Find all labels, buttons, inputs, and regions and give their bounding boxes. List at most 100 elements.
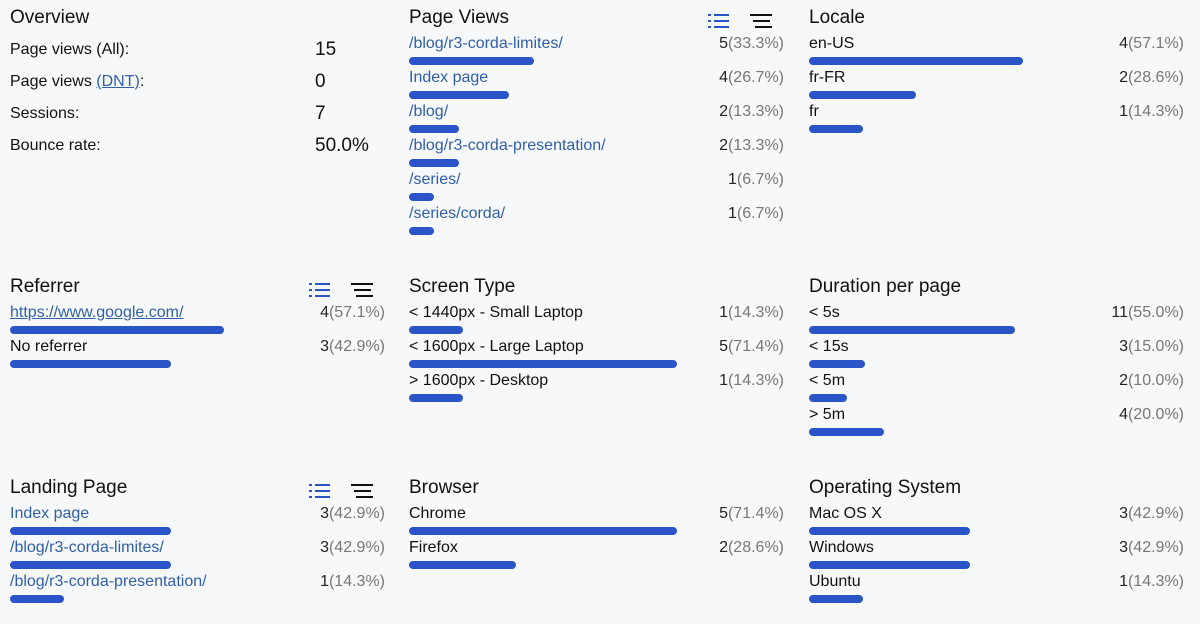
stat-row-bar — [10, 360, 171, 368]
stat-row-percent: (14.3%) — [1127, 573, 1184, 590]
stat-row-link[interactable]: /blog/r3-corda-presentation/ — [409, 136, 606, 156]
stat-row-link[interactable]: /blog/r3-corda-limites/ — [409, 34, 563, 54]
overview-label-prefix: Page views — [10, 73, 97, 90]
stat-row-link[interactable]: Index page — [10, 504, 89, 524]
stat-row-label: > 1600px - Desktop — [409, 372, 549, 389]
stat-row-bar — [809, 326, 1015, 334]
stat-rows: Mac OS X 3(42.9%) Windows 3(42.9%) Ubuntu 1(1… — [809, 502, 1189, 604]
stat-row-value: 1(6.7%) — [728, 204, 784, 224]
dnt-link[interactable]: (DNT) — [96, 73, 140, 90]
view-toggle-group — [707, 12, 777, 30]
view-toggle-group — [308, 281, 378, 299]
stat-row-bar — [409, 394, 463, 402]
stat-row-link[interactable]: https://www.google.com/ — [10, 303, 183, 323]
stat-row-count: 1 — [727, 205, 737, 222]
stat-rows: < 1440px - Small Laptop 1(14.3%) < 1600px … — [409, 301, 789, 403]
stat-row-label: fr-FR — [809, 69, 846, 86]
locale-title: Locale — [809, 7, 865, 28]
stat-row-bar — [809, 561, 970, 569]
stat-row-label: < 1600px - Large Laptop — [409, 338, 584, 355]
stat-row: Index page 3(42.9%) — [10, 502, 390, 536]
stat-row-bar — [809, 394, 847, 402]
stat-row-bar — [10, 527, 171, 535]
stat-row-count: 4 — [719, 69, 728, 86]
stat-row-label: Windows — [809, 539, 874, 556]
stat-row-label: Ubuntu — [809, 573, 861, 590]
stat-row: < 1600px - Large Laptop 5(71.4%) — [409, 335, 789, 369]
stat-row-percent: (33.3%) — [727, 35, 784, 52]
stat-row-percent: (42.9%) — [328, 338, 385, 355]
stat-row-label: < 1440px - Small Laptop — [409, 304, 583, 321]
stat-row-value: 4(57.1%) — [1119, 34, 1184, 54]
stat-row-value: 3(42.9%) — [320, 337, 385, 357]
overview-value: 15 — [315, 39, 337, 60]
stat-row-value: 1(14.3%) — [1119, 572, 1184, 592]
overview-row: Page views (DNT): 0 — [10, 68, 390, 100]
stat-rows: en-US 4(57.1%) fr-FR 2(28.6%) fr 1(14.3%) — [809, 32, 1189, 134]
stat-row-link[interactable]: /series/corda/ — [409, 204, 505, 224]
stat-row-count: 5 — [719, 35, 728, 52]
stat-row: Chrome 5(71.4%) — [409, 502, 789, 536]
bar-view-icon[interactable] — [350, 482, 374, 500]
stat-row-link[interactable]: /blog/r3-corda-limites/ — [10, 538, 164, 558]
stat-row-link[interactable]: /series/ — [409, 170, 461, 190]
bar-view-icon[interactable] — [350, 281, 374, 299]
stat-row-count: 4 — [320, 304, 329, 321]
stat-row-count: 1 — [727, 171, 737, 188]
stat-row-count: 2 — [1119, 69, 1128, 86]
stat-row-value: 4(20.0%) — [1119, 405, 1184, 425]
stat-row-value: 3(42.9%) — [1119, 538, 1184, 558]
stat-row-bar — [409, 326, 463, 334]
stat-rows: /blog/r3-corda-limites/5(33.3%) Index pag… — [409, 32, 789, 236]
stat-row-value: 5(71.4%) — [719, 337, 784, 357]
overview-value: 50.0% — [315, 135, 369, 156]
stat-row-count: 2 — [719, 103, 728, 120]
stat-row-value: 2(28.6%) — [719, 538, 784, 558]
stat-row-label: Mac OS X — [809, 505, 882, 522]
stat-row-value: 5(33.3%) — [719, 34, 784, 54]
stat-row-value: 1(14.3%) — [320, 572, 385, 592]
stat-row-bar — [809, 595, 863, 603]
stat-row-percent: (57.1%) — [1127, 35, 1184, 52]
stat-row: /blog/r3-corda-limites/3(42.9%) — [10, 536, 390, 570]
stat-row-value: 3(42.9%) — [320, 538, 385, 558]
stat-row-count: 11 — [1111, 304, 1128, 321]
stat-row: en-US 4(57.1%) — [809, 32, 1189, 66]
stat-row-bar — [409, 57, 534, 65]
stat-row-value: 2(10.0%) — [1119, 371, 1184, 391]
stat-row: Firefox 2(28.6%) — [409, 536, 789, 570]
list-view-icon[interactable] — [707, 12, 731, 30]
view-toggle-group — [308, 482, 378, 500]
stat-row-count: 2 — [719, 137, 728, 154]
stat-row-link[interactable]: /blog/ — [409, 102, 448, 122]
stat-rows: < 5s 11(55.0%) < 15s 3(15.0%) < 5m 2(10.0%) > … — [809, 301, 1189, 437]
stat-row-percent: (42.9%) — [328, 539, 385, 556]
browser-title: Browser — [409, 477, 479, 498]
page-views-title: Page Views — [409, 7, 509, 28]
stat-row-link[interactable]: Index page — [409, 68, 488, 88]
stat-row-value: 3(42.9%) — [320, 504, 385, 524]
stat-row-percent: (10.0%) — [1127, 372, 1184, 389]
stat-row-label: < 5s — [809, 304, 840, 321]
stat-row-count: 3 — [1119, 338, 1128, 355]
stat-row: fr 1(14.3%) — [809, 100, 1189, 134]
stat-rows: Chrome 5(71.4%) Firefox 2(28.6%) — [409, 502, 789, 570]
list-view-icon[interactable] — [308, 281, 332, 299]
stat-row-count: 3 — [320, 505, 329, 522]
stat-row-percent: (26.7%) — [727, 69, 784, 86]
stat-row-bar — [409, 193, 434, 201]
stat-row: > 5m 4(20.0%) — [809, 403, 1189, 437]
stat-row-label: No referrer — [10, 338, 88, 355]
duration-title: Duration per page — [809, 276, 962, 297]
landing-page-title: Landing Page — [10, 477, 128, 498]
stat-row: https://www.google.com/4(57.1%) — [10, 301, 390, 335]
stat-row: < 5s 11(55.0%) — [809, 301, 1189, 335]
list-view-icon[interactable] — [308, 482, 332, 500]
stat-row-link[interactable]: /blog/r3-corda-presentation/ — [10, 572, 207, 592]
stat-row-count: 4 — [1119, 35, 1128, 52]
stat-row-count: 1 — [719, 304, 728, 321]
stat-row-percent: (42.9%) — [1127, 539, 1184, 556]
bar-view-icon[interactable] — [749, 12, 773, 30]
stat-row-count: 3 — [1119, 539, 1128, 556]
stat-row-value: 1(14.3%) — [719, 371, 784, 391]
